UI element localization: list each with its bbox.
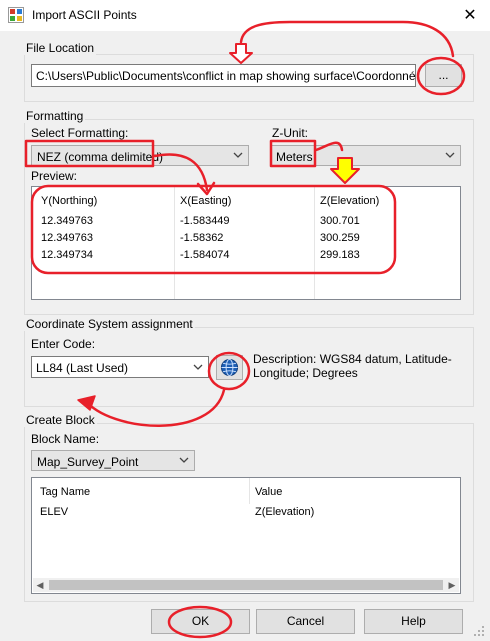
tag-name-cell: ELEV [40,506,69,518]
scroll-left-icon[interactable]: ◀ [33,578,47,592]
preview-cell: -1.58362 [180,232,224,244]
preview-cell: 12.349734 [41,249,93,261]
preview-header-easting[interactable]: X(Easting) [180,195,231,207]
zunit-label: Z-Unit: [272,126,308,140]
coordinate-system-library-button[interactable] [216,355,243,380]
chevron-down-icon [233,152,243,158]
formatting-value: NEZ (comma delimited) [37,150,164,164]
preview-cell: 12.349763 [41,232,93,244]
resize-grip-icon[interactable] [472,624,486,638]
coordinate-code-value: LL84 (Last Used) [36,361,129,375]
block-name-value: Map_Survey_Point [37,455,139,469]
preview-cell: 299.183 [320,249,360,261]
scrollbar-thumb[interactable] [49,580,443,590]
ok-button[interactable]: OK [151,609,250,634]
app-icon [8,7,24,23]
block-attributes-list[interactable]: Tag Name Value ELEV Z(Elevation) ◀ ▶ [31,477,461,594]
preview-cell: -1.583449 [180,215,230,227]
globe-icon [220,358,239,377]
browse-button[interactable]: ... [425,64,462,87]
horizontal-scrollbar[interactable]: ◀ ▶ [33,578,459,592]
close-icon[interactable]: ✕ [455,4,485,28]
scroll-right-icon[interactable]: ▶ [445,578,459,592]
preview-cell: -1.584074 [180,249,230,261]
preview-header-northing[interactable]: Y(Northing) [41,195,97,207]
enter-code-label: Enter Code: [31,337,96,351]
formatting-group-label: Formatting [24,109,86,123]
help-button[interactable]: Help [364,609,463,634]
select-formatting-label: Select Formatting: [31,126,129,140]
zunit-value: Meters [276,150,313,164]
chevron-down-icon [445,152,455,158]
preview-cell: 300.701 [320,215,360,227]
preview-list[interactable]: Y(Northing) X(Easting) Z(Elevation) 12.3… [31,186,461,300]
create-block-group-label: Create Block [24,413,97,427]
tag-name-header[interactable]: Tag Name [40,486,90,498]
file-path-value: C:\Users\Public\Documents\conflict in ma… [36,69,416,83]
preview-header-elevation[interactable]: Z(Elevation) [320,195,379,207]
block-name-label: Block Name: [31,432,100,446]
preview-cell: 300.259 [320,232,360,244]
value-header[interactable]: Value [255,486,282,498]
file-path-field[interactable]: C:\Users\Public\Documents\conflict in ma… [31,64,416,87]
block-name-dropdown[interactable]: Map_Survey_Point [31,450,195,471]
cancel-button[interactable]: Cancel [256,609,355,634]
tag-value-cell: Z(Elevation) [255,506,315,518]
formatting-dropdown[interactable]: NEZ (comma delimited) [31,145,249,166]
coordinate-code-combobox[interactable]: LL84 (Last Used) [31,356,209,378]
coordinate-system-group-label: Coordinate System assignment [24,317,195,331]
chevron-down-icon [193,364,203,370]
chevron-down-icon [179,457,189,463]
zunit-dropdown[interactable]: Meters [270,145,461,166]
preview-label: Preview: [31,169,78,183]
file-location-group-label: File Location [24,41,97,55]
coordinate-system-description: Description: WGS84 datum, Latitude-Longi… [253,352,452,380]
preview-cell: 12.349763 [41,215,93,227]
window-title: Import ASCII Points [32,8,137,22]
